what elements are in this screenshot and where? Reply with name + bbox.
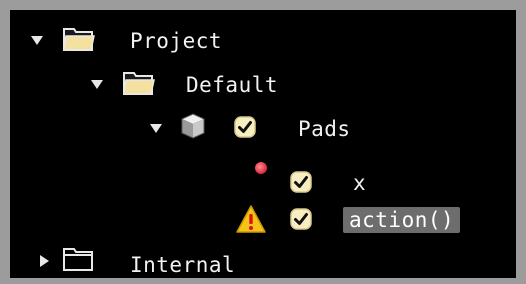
expand-arrow-down-icon[interactable] (149, 122, 163, 134)
tree-item-label: x (353, 171, 367, 195)
folder-open-icon (123, 70, 155, 96)
tree-item-default[interactable]: Default (10, 66, 516, 110)
tree-item-internal[interactable]: Internal (10, 242, 516, 278)
tree-item-x[interactable]: x (10, 154, 516, 198)
outline-panel: Project Default Pads x action() Internal (0, 0, 526, 284)
tree-item-project[interactable]: Project (10, 22, 516, 66)
cube-icon (181, 113, 205, 139)
folder-open-icon (63, 26, 95, 52)
tree-item-label: Project (130, 29, 223, 53)
checkbox-checked-icon[interactable] (289, 207, 313, 231)
red-dot-icon (254, 161, 268, 175)
tree-item-label: Default (186, 73, 279, 97)
tree-item-pads[interactable]: Pads (10, 110, 516, 154)
tree-item-label: Pads (298, 117, 351, 141)
tree-item-label: Internal (130, 253, 236, 277)
project-tree: Project Default Pads x action() Internal (10, 10, 516, 278)
expand-arrow-down-icon[interactable] (90, 78, 104, 90)
checkbox-checked-icon[interactable] (289, 170, 313, 194)
warning-icon (235, 204, 267, 234)
checkbox-checked-icon[interactable] (233, 115, 257, 139)
tree-item-label-selected[interactable]: action() (343, 207, 461, 233)
folder-closed-icon (63, 246, 95, 272)
expand-arrow-right-icon[interactable] (38, 254, 50, 268)
expand-arrow-down-icon[interactable] (30, 34, 44, 46)
tree-item-action[interactable]: action() (10, 198, 516, 242)
